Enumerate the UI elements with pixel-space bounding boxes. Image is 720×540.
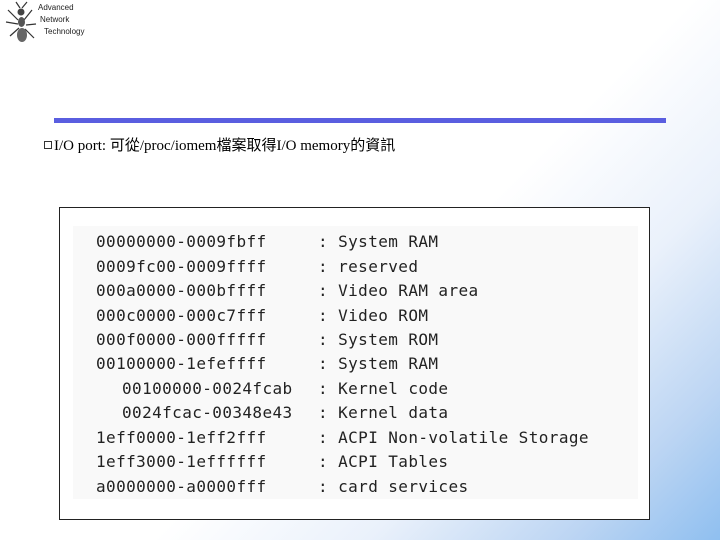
- iomem-subrow: 00100000-0024fcab: Kernel code: [122, 379, 448, 403]
- iomem-row: 000a0000-000bffff: Video RAM area: [96, 281, 479, 305]
- iomem-description: System RAM: [338, 354, 439, 373]
- iomem-range: 0024fcac-00348e43: [122, 403, 293, 422]
- iomem-row: 00100000-1efeffff: System RAM: [96, 354, 438, 378]
- iomem-listing: 00000000-0009fbff: System RAM 0009fc00-0…: [73, 226, 638, 499]
- iomem-separator: :: [318, 257, 329, 276]
- iomem-separator: :: [318, 379, 329, 398]
- logo-line: Advanced: [38, 3, 74, 12]
- iomem-separator: :: [318, 306, 329, 325]
- iomem-row: 1eff0000-1eff2fff: ACPI Non-volatile Sto…: [96, 428, 589, 452]
- iomem-range: 1eff0000-1eff2fff: [96, 428, 267, 447]
- bullet-text: I/O port: 可從/proc/iomem檔案取得I/O memory的資訊: [54, 138, 396, 154]
- iomem-description: Kernel data: [338, 403, 449, 422]
- iomem-subrow: 0024fcac-00348e43: Kernel data: [122, 403, 448, 427]
- iomem-separator: :: [318, 354, 329, 373]
- iomem-row: 000f0000-000fffff: System ROM: [96, 330, 438, 354]
- logo-line: Technology: [44, 27, 85, 36]
- iomem-range: 00100000-0024fcab: [122, 379, 293, 398]
- iomem-range: 0009fc00-0009ffff: [96, 257, 267, 276]
- title-rule: [54, 118, 666, 123]
- iomem-range: 1eff3000-1effffff: [96, 452, 267, 471]
- bullet-item: I/O port: 可從/proc/iomem檔案取得I/O memory的資訊: [44, 134, 395, 155]
- iomem-description: card services: [338, 477, 469, 496]
- logo: Advanced Network Technology: [2, 0, 102, 46]
- iomem-description: Kernel code: [338, 379, 449, 398]
- iomem-description: Video ROM: [338, 306, 429, 325]
- iomem-row: 000c0000-000c7fff: Video ROM: [96, 306, 428, 330]
- iomem-separator: :: [318, 281, 329, 300]
- iomem-range: 00100000-1efeffff: [96, 354, 267, 373]
- iomem-separator: :: [318, 232, 329, 251]
- iomem-range: a0000000-a0000fff: [96, 477, 267, 496]
- bullet-square-icon: [44, 141, 52, 149]
- iomem-row: a0000000-a0000fff: card services: [96, 477, 469, 501]
- logo-text: Advanced Network Technology: [38, 2, 84, 38]
- iomem-description: System RAM: [338, 232, 439, 251]
- iomem-range: 000c0000-000c7fff: [96, 306, 267, 325]
- iomem-separator: :: [318, 477, 329, 496]
- iomem-separator: :: [318, 330, 329, 349]
- iomem-description: ACPI Non-volatile Storage: [338, 428, 589, 447]
- iomem-description: Video RAM area: [338, 281, 479, 300]
- iomem-row: 00000000-0009fbff: System RAM: [96, 232, 438, 256]
- iomem-description: reserved: [338, 257, 419, 276]
- iomem-range: 000a0000-000bffff: [96, 281, 267, 300]
- iomem-separator: :: [318, 403, 329, 422]
- iomem-listing-panel: 00000000-0009fbff: System RAM 0009fc00-0…: [59, 207, 650, 520]
- iomem-separator: :: [318, 452, 329, 471]
- iomem-separator: :: [318, 428, 329, 447]
- ant-icon: [5, 1, 37, 42]
- iomem-row: 0009fc00-0009ffff: reserved: [96, 257, 418, 281]
- iomem-range: 000f0000-000fffff: [96, 330, 267, 349]
- iomem-range: 00000000-0009fbff: [96, 232, 267, 251]
- iomem-description: System ROM: [338, 330, 439, 349]
- iomem-description: ACPI Tables: [338, 452, 449, 471]
- iomem-row: 1eff3000-1effffff: ACPI Tables: [96, 452, 448, 476]
- logo-line: Network: [40, 15, 70, 24]
